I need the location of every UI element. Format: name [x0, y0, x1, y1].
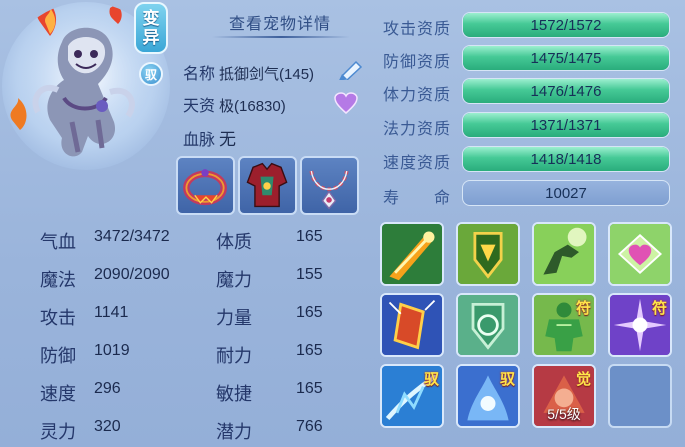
- stat-label: 速度: [40, 384, 76, 404]
- stat-value: 165: [296, 342, 323, 359]
- stat-label: 魔力: [216, 270, 252, 290]
- empty-skill-slot[interactable]: [608, 364, 672, 428]
- sword-slash-icon: [382, 224, 442, 284]
- edit-name-icon[interactable]: [336, 58, 364, 80]
- stat-value: 165: [296, 380, 323, 397]
- stat-value: 165: [296, 304, 323, 321]
- stat-label: 体质: [216, 232, 252, 252]
- life-label-a: 寿: [383, 190, 401, 207]
- skill-slot[interactable]: [456, 293, 520, 357]
- aptitude-value: 1476/1476: [530, 82, 602, 100]
- heart-glow-icon: [610, 224, 670, 284]
- necklace-icon: [309, 170, 349, 210]
- life-label-b: 命: [434, 190, 452, 207]
- aptitude-bar: 1475/1475: [462, 45, 670, 71]
- skill-level: 5/5级: [547, 406, 581, 422]
- collar-icon: [183, 169, 227, 206]
- stat-label: 攻击: [40, 308, 76, 328]
- skill-slot[interactable]: 驭: [456, 364, 520, 428]
- stat-label: 耐力: [216, 346, 252, 366]
- life-bar: 10027: [462, 180, 670, 206]
- life-value: 10027: [545, 184, 587, 202]
- aptitude-value: 1371/1371: [530, 116, 602, 134]
- aptitude-label: 攻击资质: [383, 21, 452, 38]
- stat-value: 165: [296, 228, 323, 245]
- stat-label: 灵力: [40, 422, 76, 442]
- stat-label: 力量: [216, 308, 252, 328]
- equip-slot-armor[interactable]: [238, 156, 297, 215]
- talent-value: 极(16830): [219, 98, 286, 115]
- skill-tag: 符: [651, 300, 667, 317]
- shield-emblem-icon: [458, 224, 518, 284]
- stat-label: 敏捷: [216, 384, 252, 404]
- aptitude-label: 体力资质: [383, 87, 452, 104]
- aptitude-label: 防御资质: [383, 54, 452, 71]
- skill-slot[interactable]: 符: [608, 293, 672, 357]
- view-pet-detail-link[interactable]: 查看宠物详情: [210, 10, 350, 34]
- leaping-beast-icon: [534, 224, 594, 284]
- equip-slot-necklace[interactable]: [300, 156, 359, 215]
- aptitude-label: 法力资质: [383, 121, 452, 138]
- skill-tag: 符: [575, 300, 591, 317]
- stat-value: 1141: [94, 304, 129, 321]
- burning-scroll-icon: [382, 295, 442, 355]
- aptitude-value: 1572/1572: [530, 16, 602, 34]
- aptitude-bar: 1476/1476: [462, 78, 670, 104]
- skill-slot[interactable]: [532, 222, 596, 286]
- skill-slot[interactable]: 觉 5/5级: [532, 364, 596, 428]
- skill-slot[interactable]: [380, 293, 444, 357]
- talent-row: 天资 极(16830): [183, 92, 286, 116]
- name-value: 抵御剑气(145): [219, 66, 315, 83]
- equip-slot-collar[interactable]: [176, 156, 235, 215]
- talent-label: 天资: [183, 98, 216, 115]
- aptitude-value: 1418/1418: [530, 150, 602, 168]
- skill-tag: 驭: [499, 371, 515, 388]
- bloodline-label: 血脉: [183, 132, 216, 149]
- skill-slot[interactable]: [608, 222, 672, 286]
- heart-icon[interactable]: [334, 92, 358, 114]
- stat-value: 2090/2090: [94, 266, 170, 283]
- aptitude-value: 1475/1475: [530, 49, 602, 67]
- pet-detail-panel: 变 异 驭 查看宠物详情 名称 抵御剑气(145) 天资 极(16830) 血脉无: [0, 0, 685, 447]
- aptitude-bar: 1418/1418: [462, 146, 670, 172]
- stat-value: 320: [94, 418, 121, 435]
- aptitude-bar: 1371/1371: [462, 112, 670, 138]
- variant-badge-top: 变: [142, 9, 160, 28]
- skill-slot[interactable]: [380, 222, 444, 286]
- name-label: 名称: [183, 66, 216, 83]
- bloodline-row: 血脉无: [183, 125, 236, 150]
- stat-label: 气血: [40, 232, 76, 252]
- swirl-shield-icon: [458, 295, 518, 355]
- variant-badge: 变 异: [134, 2, 168, 54]
- stat-label: 魔法: [40, 270, 76, 290]
- skill-slot[interactable]: 驭: [380, 364, 444, 428]
- aptitude-bar: 1572/1572: [462, 12, 670, 38]
- skill-slot[interactable]: 符: [532, 293, 596, 357]
- skill-tag: 觉: [575, 371, 591, 388]
- stat-value: 1019: [94, 342, 130, 359]
- aptitude-label: 速度资质: [383, 155, 452, 172]
- skill-slot[interactable]: [456, 222, 520, 286]
- stat-value: 766: [296, 418, 323, 435]
- stat-label: 潜力: [216, 422, 252, 442]
- armor-icon: [246, 162, 288, 208]
- stat-value: 3472/3472: [94, 228, 170, 245]
- stat-value: 155: [296, 266, 323, 283]
- stat-value: 296: [94, 380, 121, 397]
- stat-label: 防御: [40, 346, 76, 366]
- variant-badge-bottom: 异: [142, 28, 160, 47]
- tame-badge[interactable]: 驭: [139, 62, 163, 86]
- name-row: 名称 抵御剑气(145): [183, 60, 314, 84]
- skill-tag: 驭: [423, 371, 439, 388]
- bloodline-value: 无: [219, 130, 237, 149]
- title-underline: [212, 36, 350, 38]
